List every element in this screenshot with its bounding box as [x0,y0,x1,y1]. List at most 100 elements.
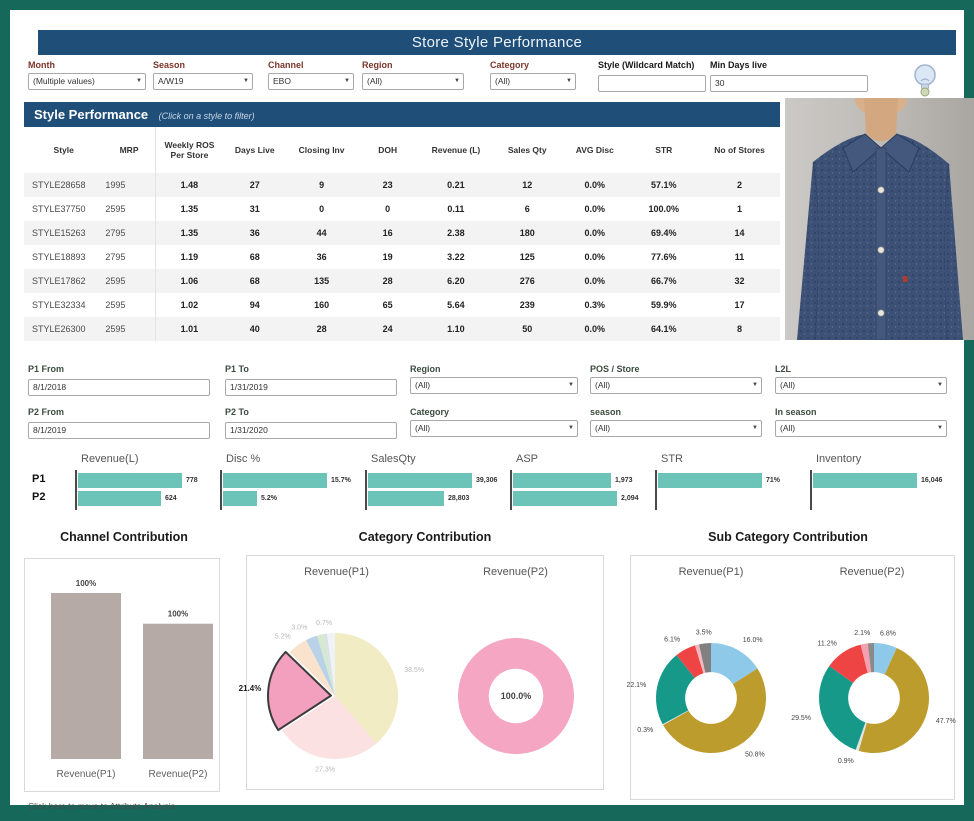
table-cell: STYLE15263 [24,221,103,245]
table-cell: 16 [357,221,419,245]
p1-value: 16,046 [921,473,942,488]
column-header[interactable]: Sales Qty [493,127,561,173]
column-header[interactable]: Style [24,127,103,173]
insight-lightbulb-icon[interactable] [910,62,940,100]
slice-label: 27.3% [315,766,335,773]
channel-bar-chart[interactable]: 100%Revenue(P1)100%Revenue(P2) [25,559,219,791]
filter-min-days-live-input[interactable] [710,75,868,92]
filter-style-wildcard-match-input[interactable] [598,75,706,92]
column-header[interactable]: No of Stores [699,127,780,173]
filter-season-dropdown[interactable]: (All)▼ [590,420,762,437]
p2-value: 28,803 [448,491,469,506]
table-cell: 3.22 [418,245,493,269]
filter-season-dropdown[interactable]: A/W19▼ [153,73,253,90]
filter-channel: ChannelEBO▼ [268,60,354,90]
table-row[interactable]: STYLE3775025951.3531000.1160.0%100.0%1 [24,197,780,221]
column-header[interactable]: Closing Inv [286,127,357,173]
filter-channel-dropdown[interactable]: EBO▼ [268,73,354,90]
kpi-axis [365,470,367,510]
table-cell: 1.10 [418,317,493,341]
column-header[interactable]: AVG Disc [561,127,629,173]
filter-value: (All) [415,380,430,390]
filter-label: Month [28,60,146,70]
column-header[interactable]: Weekly ROS Per Store [155,127,223,173]
table-cell: 12 [493,173,561,197]
filter-pos-store-dropdown[interactable]: (All)▼ [590,377,762,394]
filter-p2-to-input[interactable] [225,422,397,439]
column-header[interactable]: Revenue (L) [418,127,493,173]
table-row[interactable]: STYLE1526327951.353644162.381800.0%69.4%… [24,221,780,245]
p2-bar-revenue-l[interactable] [78,491,161,506]
table-cell: 66.7% [629,269,700,293]
column-header[interactable]: MRP [103,127,155,173]
table-row[interactable]: STYLE1889327951.196836193.221250.0%77.6%… [24,245,780,269]
p1-bar-str[interactable] [658,473,762,488]
filter-label: Season [153,60,253,70]
p1-bar-inventory[interactable] [813,473,917,488]
p2-bar-asp[interactable] [513,491,617,506]
p1-bar-salesqty[interactable] [368,473,472,488]
kpi-axis [220,470,222,510]
category-p2-donut-chart[interactable]: Revenue(P2) 100.0% [426,556,605,789]
slice-label: 21.4% [239,684,262,693]
slice-label: 0.3% [637,727,653,734]
filter-month-dropdown[interactable]: (Multiple values)▼ [28,73,146,90]
table-row[interactable]: STYLE3233425951.0294160655.642390.3%59.9… [24,293,780,317]
subcategory-p2-donut-chart[interactable]: Revenue(P2) 6.8%47.7%0.9%29.5%11.2%2.1% [792,556,952,799]
filter-label: season [590,407,762,417]
table-cell: 11 [699,245,780,269]
filter-value: A/W19 [158,76,184,86]
category-p1-pie-chart[interactable]: Revenue(P1) 38.5%27.3%21.4%5.2%3.0%0.7% [247,556,426,789]
bar-revenue-p1[interactable] [51,593,121,759]
table-cell: 0.3% [561,293,629,317]
filter-label: Region [410,364,578,374]
column-header[interactable]: DOH [357,127,419,173]
table-cell: 31 [223,197,286,221]
table-cell: 94 [223,293,286,317]
filter-category-dropdown[interactable]: (All)▼ [410,420,578,437]
filter-value: (All) [780,423,795,433]
table-cell: 65 [357,293,419,317]
filter-label: POS / Store [590,364,762,374]
filter-label: L2L [775,364,947,374]
table-row[interactable]: STYLE2865819951.48279230.21120.0%57.1%2 [24,173,780,197]
p2-value: 624 [165,491,177,506]
filter-pos-store: POS / Store (All)▼ [590,364,762,394]
product-photo [785,98,974,340]
p1-bar-disc[interactable] [223,473,327,488]
table-row[interactable]: STYLE1786225951.0668135286.202760.0%66.7… [24,269,780,293]
table-cell: 6 [493,197,561,221]
table-row[interactable]: STYLE2630025951.014028241.10500.0%64.1%8 [24,317,780,341]
bar-revenue-p2[interactable] [143,624,213,759]
filter-p1-to-input[interactable] [225,379,397,396]
donut-hole [848,672,900,724]
filter-l2l: L2L (All)▼ [775,364,947,394]
dropdown-caret-icon: ▼ [937,378,943,393]
filter-region: Region(All)▼ [362,60,464,90]
column-header[interactable]: Days Live [223,127,286,173]
filter-p2-from-input[interactable] [28,422,210,439]
p1-bar-asp[interactable] [513,473,611,488]
dropdown-caret-icon: ▼ [568,421,574,436]
dropdown-caret-icon: ▼ [752,421,758,436]
p2-bar-salesqty[interactable] [368,491,444,506]
filter-label: P2 To [225,407,397,417]
filter-p1-from-input[interactable] [28,379,210,396]
attribute-analysis-link[interactable]: Click here to move to Attribute Analysis [28,801,175,811]
table-cell: STYLE18893 [24,245,103,269]
filter-region-dropdown[interactable]: (All) ▼ [410,377,578,394]
filter-in-season-dropdown[interactable]: (All)▼ [775,420,947,437]
filter-region-dropdown[interactable]: (All)▼ [362,73,464,90]
section-title: Style Performance [34,107,148,122]
dropdown-caret-icon: ▼ [568,378,574,393]
filter-category-dropdown[interactable]: (All)▼ [490,73,576,90]
table-cell: 276 [493,269,561,293]
table-cell: 77.6% [629,245,700,269]
table-cell: 68 [223,245,286,269]
p1-bar-revenue-l[interactable] [78,473,182,488]
filter-l2l-dropdown[interactable]: (All)▼ [775,377,947,394]
subcategory-p1-donut-chart[interactable]: Revenue(P1) 16.0%50.8%0.3%22.1%6.1%3.5% [631,556,791,799]
column-header[interactable]: STR [629,127,700,173]
filter-in-season: In season(All)▼ [775,407,947,437]
p2-bar-disc[interactable] [223,491,257,506]
